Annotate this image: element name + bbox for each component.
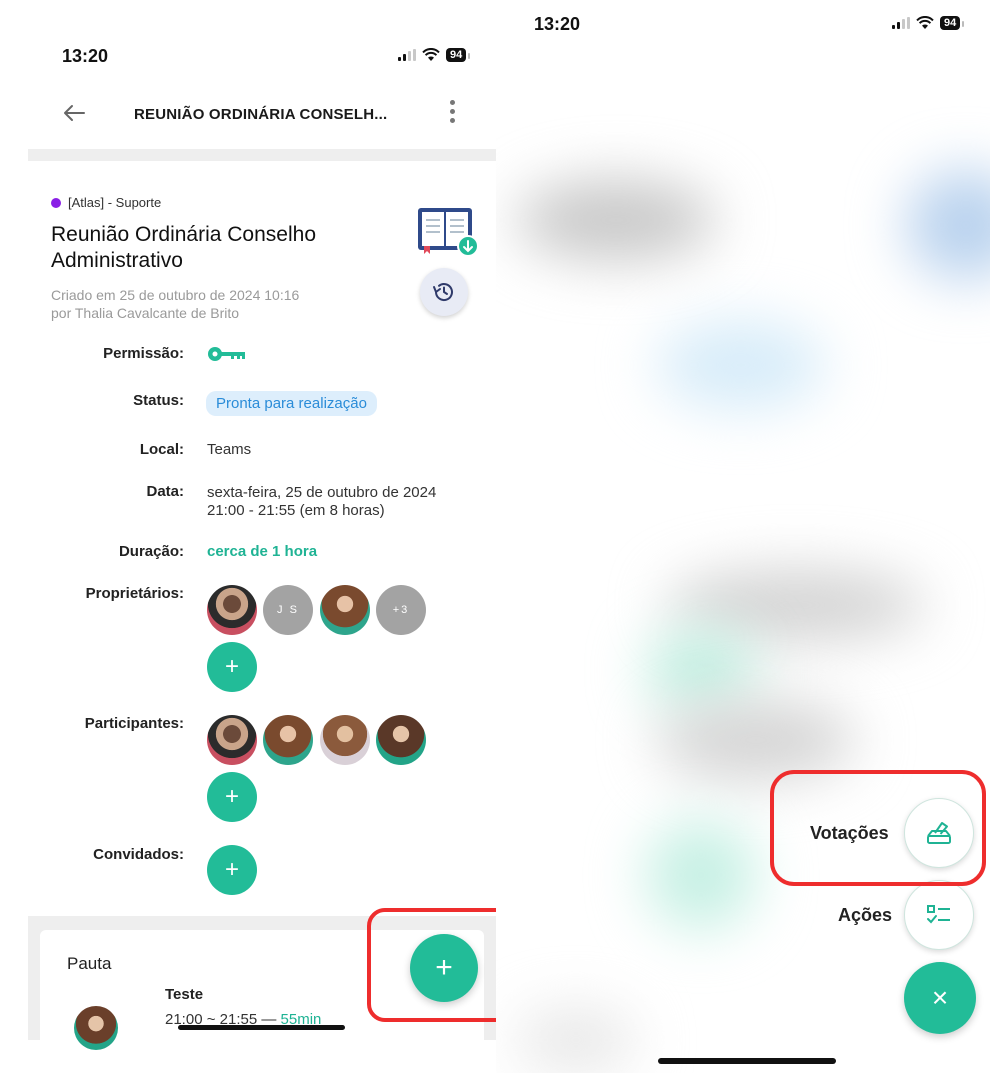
participant-avatar[interactable] [376, 715, 426, 765]
duration-value: cerca de 1 hora [207, 543, 318, 560]
status-badge: Pronta para realização [206, 391, 377, 416]
blurred-background [656, 700, 856, 780]
add-guest-button[interactable]: + [207, 845, 257, 895]
blurred-background [516, 1010, 636, 1070]
highlight-box-add-fab [367, 908, 496, 1022]
meeting-book-download-icon[interactable] [416, 206, 480, 258]
date-value: sexta-feira, 25 de outubro de 2024 21:00… [207, 484, 436, 520]
date-time-range: 21:00 - 21:55 (em 8 horas) [207, 502, 385, 519]
signal-icon [892, 17, 910, 29]
status-icons: 94 [398, 48, 471, 62]
meeting-created-info: Criado em 25 de outubro de 2024 10:16 po… [51, 286, 381, 322]
status-label: Status: [133, 392, 184, 409]
owner-avatar[interactable] [207, 585, 257, 635]
created-by: por Thalia Cavalcante de Brito [51, 305, 240, 321]
owner-avatar[interactable] [320, 585, 370, 635]
add-owner-button[interactable]: + [207, 642, 257, 692]
actions-option-label[interactable]: Ações [838, 905, 892, 926]
created-date: Criado em 25 de outubro de 2024 10:16 [51, 287, 300, 303]
owners-more-badge[interactable]: +3 [376, 585, 426, 635]
battery-indicator: 94 [940, 16, 965, 30]
blurred-background [516, 180, 716, 260]
blurred-background [656, 320, 826, 410]
back-arrow-icon[interactable] [62, 102, 86, 130]
left-screen: 13:20 94 REUNIÃO ORDINÁRIA CONSELH... [A… [0, 0, 496, 1073]
agenda-title: Pauta [67, 954, 112, 973]
status-icons: 94 [892, 16, 965, 30]
owner-avatar-initials[interactable]: J S [263, 585, 313, 635]
page-title: REUNIÃO ORDINÁRIA CONSELH... [134, 106, 388, 123]
blurred-background [646, 630, 756, 710]
wifi-icon [916, 16, 934, 29]
status-time: 13:20 [534, 14, 581, 34]
home-indicator [178, 1025, 345, 1030]
battery-indicator: 94 [446, 48, 471, 62]
participant-avatar[interactable] [263, 715, 313, 765]
blurred-background [646, 820, 756, 930]
actions-option-button[interactable] [904, 880, 974, 950]
local-label: Local: [139, 441, 184, 458]
date-day: sexta-feira, 25 de outubro de 2024 [207, 484, 437, 501]
owners-label: Proprietários: [85, 585, 184, 602]
checklist-icon [927, 905, 950, 924]
participant-avatar[interactable] [320, 715, 370, 765]
signal-icon [398, 49, 416, 61]
local-value: Teams [207, 441, 252, 458]
highlight-box-votes [770, 770, 986, 886]
wifi-icon [422, 48, 440, 61]
more-options-icon[interactable] [446, 100, 458, 123]
duration-label: Duração: [118, 543, 184, 560]
permission-label: Permissão: [103, 345, 184, 362]
agenda-item-avatar [74, 1006, 118, 1050]
organization-name: [Atlas] - Suporte [68, 195, 162, 210]
meeting-title: Reunião Ordinária Conselho Administrativ… [51, 223, 316, 272]
close-fab-button[interactable]: × [904, 962, 976, 1034]
top-nav-bar: REUNIÃO ORDINÁRIA CONSELH... [28, 90, 496, 140]
right-screen: 13:20 94 Votações Ações × [496, 0, 990, 1073]
agenda-item-title[interactable]: Teste [165, 986, 203, 1003]
history-icon [433, 283, 453, 301]
blurred-background [906, 170, 990, 280]
date-label: Data: [146, 483, 184, 500]
key-icon[interactable] [207, 346, 247, 362]
add-participant-button[interactable]: + [207, 772, 257, 822]
status-time: 13:20 [62, 46, 109, 66]
participants-label: Participantes: [84, 715, 184, 732]
history-button[interactable] [420, 268, 468, 316]
home-indicator [658, 1058, 836, 1064]
participant-avatar[interactable] [207, 715, 257, 765]
guests-label: Convidados: [93, 846, 184, 863]
section-divider [28, 149, 496, 161]
organization-color-dot [51, 198, 61, 208]
